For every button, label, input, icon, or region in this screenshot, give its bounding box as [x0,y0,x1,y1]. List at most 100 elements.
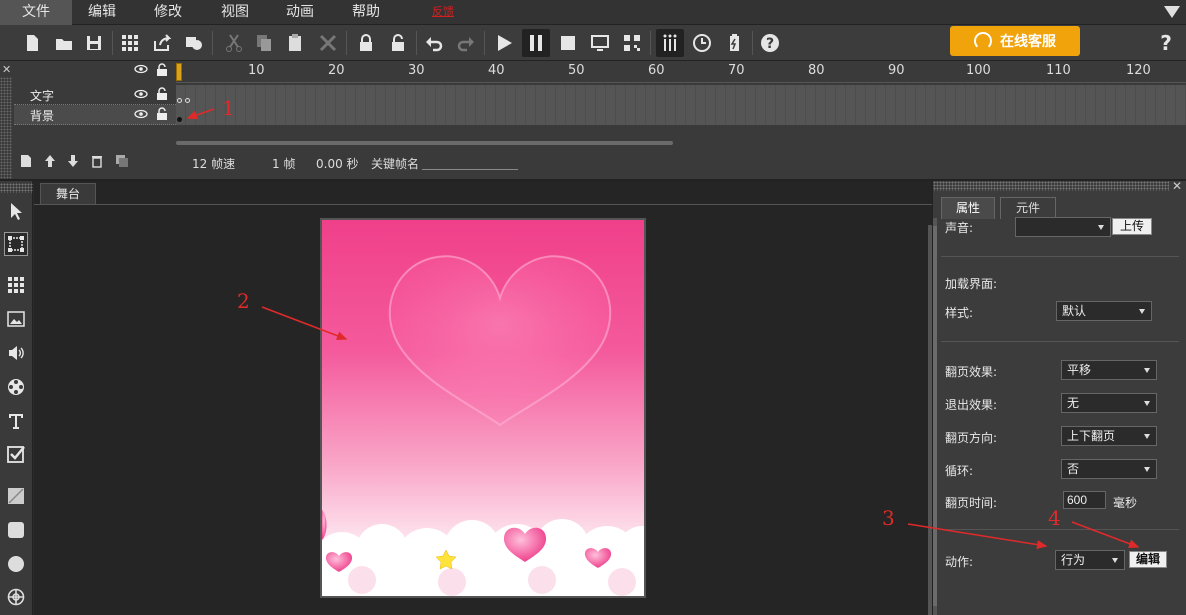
frames-row-background[interactable] [176,105,1186,125]
sound-icon[interactable] [4,341,28,365]
video-reel-icon[interactable] [4,375,28,399]
unlock-icon[interactable] [384,29,412,57]
undo-icon[interactable] [420,29,448,57]
line-tool-icon[interactable] [4,484,28,508]
stage-canvas[interactable] [320,218,646,598]
tab-stage[interactable]: 舞台 [40,183,96,205]
upload-button[interactable]: 上传 [1112,218,1152,235]
timeline-scroll-thumb[interactable] [176,141,673,145]
move-up-icon[interactable] [42,153,58,169]
open-folder-icon[interactable] [50,29,78,57]
checkbox-tool-icon[interactable] [4,442,28,466]
edit-button[interactable]: 编辑 [1129,551,1167,568]
ellipse-tool-icon[interactable] [4,552,28,576]
layer-row-text[interactable]: 文字 [14,85,176,105]
share-icon[interactable] [148,29,176,57]
keyframe-name-input[interactable] [422,153,518,170]
action-select[interactable]: 行为 [1055,550,1125,570]
eye-icon[interactable] [134,109,148,119]
flip-direction-select[interactable]: 上下翻页 [1061,426,1157,446]
properties-grip[interactable] [933,181,1169,191]
grid-icon[interactable] [116,29,144,57]
lock-icon[interactable] [156,63,168,76]
cut-icon[interactable] [220,29,248,57]
flip-effect-select[interactable]: 平移 [1061,360,1157,380]
annotation-number: 1 [222,96,235,120]
tab-properties[interactable]: 属性 [941,197,995,219]
flip-time-input[interactable] [1063,491,1106,509]
target-tool-icon[interactable] [4,585,28,609]
grid-tool-icon[interactable] [4,273,28,297]
unlock-icon[interactable] [156,107,168,120]
redo-icon[interactable] [452,29,480,57]
timeline-close-icon[interactable]: ✕ [2,63,11,76]
image-icon[interactable] [4,307,28,331]
empty-keyframe[interactable] [185,98,190,103]
tab-symbols[interactable]: 元件 [1000,197,1056,219]
transform-tool-icon[interactable] [4,232,28,256]
delete-icon[interactable] [314,29,342,57]
qr-code-icon[interactable] [618,29,646,57]
layer-name: 文字 [30,89,55,103]
new-file-icon[interactable] [18,29,46,57]
menu-edit[interactable]: 编辑 [72,0,132,25]
frame-ruler[interactable]: 1 10 20 30 40 50 60 70 80 90 100 110 120 [176,61,1186,83]
text-tool-icon[interactable] [4,409,28,433]
loop-select[interactable]: 否 [1061,459,1157,479]
properties-close-icon[interactable]: ✕ [1172,179,1182,193]
rectangle-tool-icon[interactable] [4,518,28,542]
tips-icon[interactable]: ? [1152,29,1180,57]
tool-palette-grip[interactable] [0,183,33,193]
feedback-link[interactable]: 反馈 [432,3,454,19]
toolbar: ? 在线客服 ? [0,25,1186,61]
move-down-icon[interactable] [65,153,81,169]
frames-row-text[interactable] [176,85,1186,105]
paste-icon[interactable] [282,29,310,57]
menu-help[interactable]: 帮助 [336,0,396,25]
unlock-icon[interactable] [156,87,168,100]
svg-text:?: ? [1160,33,1172,53]
menu-view[interactable]: 视图 [205,0,265,25]
menu-animation[interactable]: 动画 [270,0,330,25]
menu-file[interactable]: 文件 [0,0,72,25]
exit-effect-select[interactable]: 无 [1061,393,1157,413]
copy-icon[interactable] [250,29,278,57]
preview-monitor-icon[interactable] [586,29,614,57]
select-arrow-icon[interactable] [4,199,28,223]
duplicate-layer-icon[interactable] [114,153,130,169]
chevron-down-icon [1098,225,1104,230]
add-layer-icon[interactable] [18,153,34,169]
ruler-label: 120 [1126,63,1151,78]
ruler-label: 90 [888,63,905,78]
lock-icon[interactable] [352,29,380,57]
app-window: 文件 编辑 修改 视图 动画 帮助 反馈 ? 在线客服 ? ✕ 10 20 30… [0,0,1186,615]
exit-effect-select-value: 无 [1067,396,1080,410]
play-icon[interactable] [490,29,518,57]
eye-icon[interactable] [134,64,148,74]
keyframe[interactable] [177,117,182,122]
layer-row-background[interactable]: 背景 [14,105,176,125]
onion-skin-icon[interactable] [656,29,684,57]
save-icon[interactable] [80,29,108,57]
properties-scroll-thumb[interactable] [933,226,937,606]
pause-icon[interactable] [522,29,550,57]
style-select[interactable]: 默认 [1056,301,1152,321]
ruler-label: 70 [728,63,745,78]
tool-palette [0,181,33,615]
stop-icon[interactable] [554,29,582,57]
trash-icon[interactable] [89,153,105,169]
online-support-button[interactable]: 在线客服 [950,26,1080,56]
sound-select[interactable] [1015,217,1111,237]
playhead[interactable] [176,63,182,81]
battery-icon[interactable] [720,29,748,57]
collapse-icon[interactable] [1164,6,1180,18]
chevron-down-icon [1144,434,1150,439]
empty-keyframe[interactable] [177,98,182,103]
shape-icon[interactable] [180,29,208,57]
clock-icon[interactable] [688,29,716,57]
timeline-grip[interactable] [0,77,12,179]
help-icon[interactable]: ? [756,29,784,57]
menu-modify[interactable]: 修改 [138,0,198,25]
flip-direction-select-value: 上下翻页 [1067,429,1116,443]
eye-icon[interactable] [134,89,148,99]
